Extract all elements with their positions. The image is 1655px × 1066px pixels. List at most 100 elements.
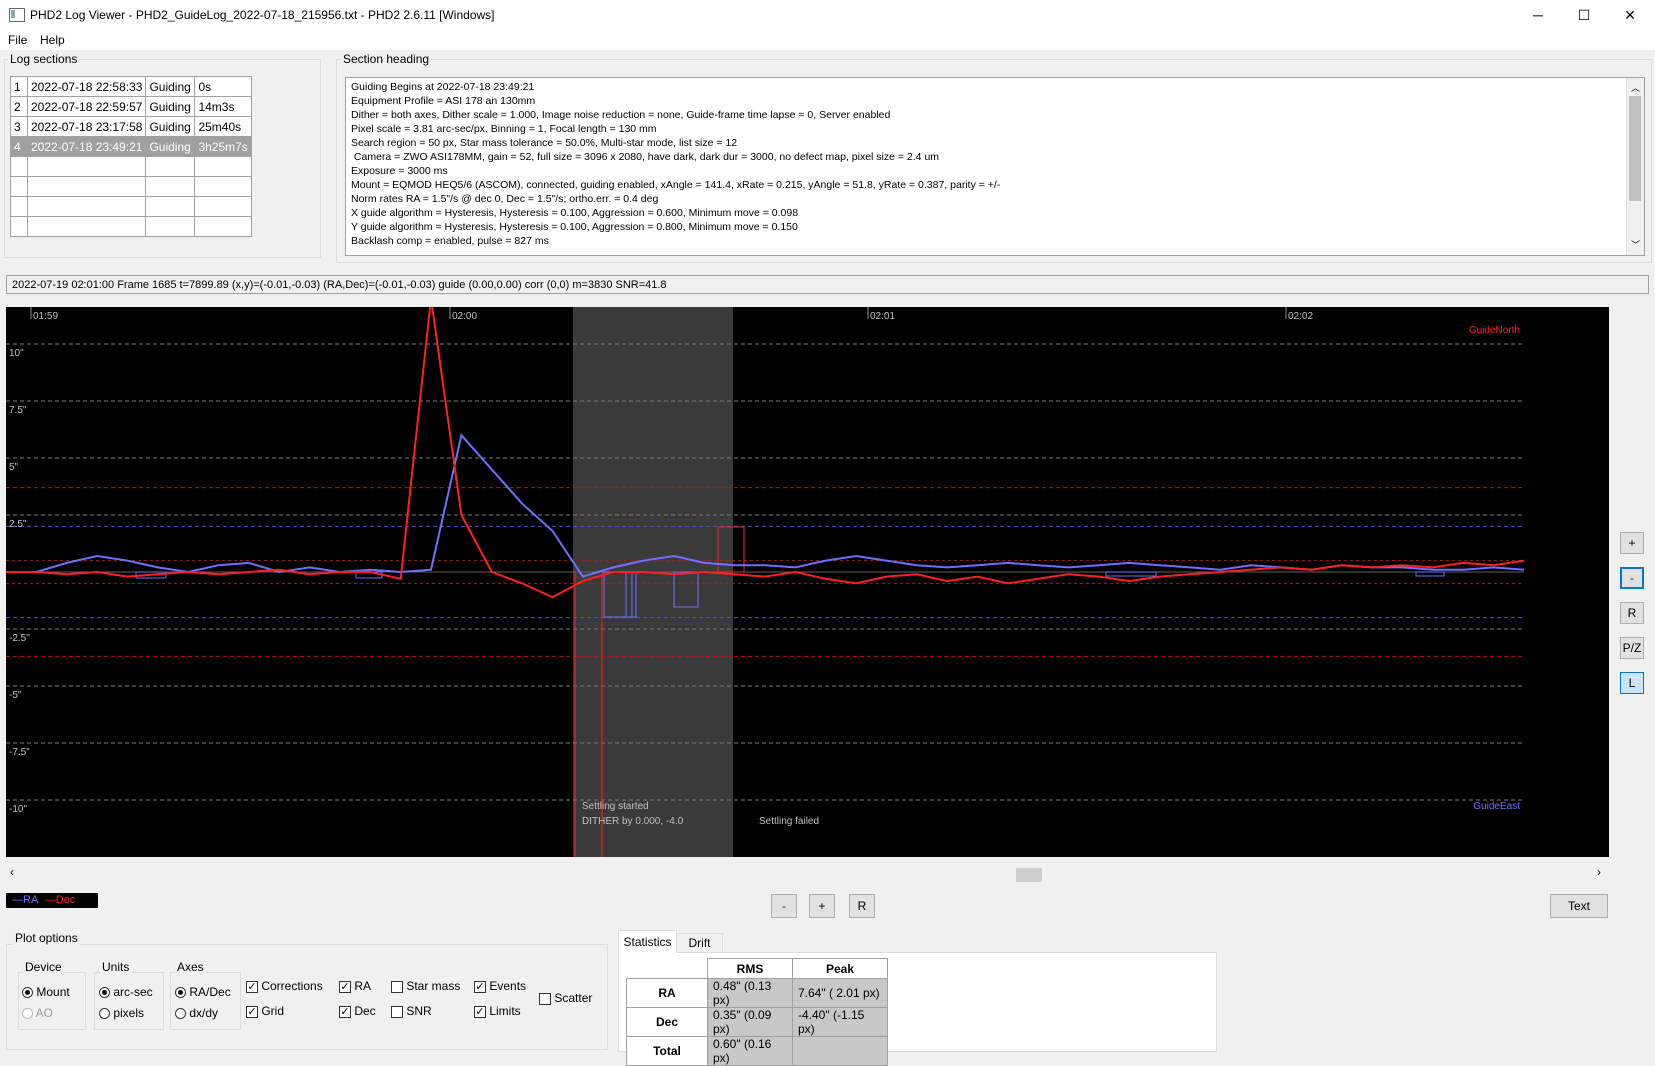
device-ao-radio[interactable]: [22, 1008, 33, 1020]
stats-col-peak: Peak: [792, 958, 888, 979]
section-cell-time: 2022-07-18 22:58:33: [26, 76, 147, 97]
section-cell-time: 2022-07-18 23:17:58: [26, 116, 147, 137]
guide-east-label: GuideEast: [1473, 801, 1520, 812]
scroll-up-icon[interactable]: ︿: [1631, 81, 1640, 94]
ra-check-icon[interactable]: ✓: [339, 980, 351, 993]
events-checkbox[interactable]: ✓ Events: [474, 979, 526, 993]
ra-checkbox[interactable]: ✓ RA: [339, 979, 371, 993]
heading-line: Backlash comp = enabled, pulse = 827 ms: [351, 235, 549, 247]
axes-radec-radio[interactable]: [175, 987, 186, 999]
bottom-zoom-in-button[interactable]: +: [809, 894, 835, 918]
section-cell-time: [26, 196, 147, 217]
zoom-in-button[interactable]: +: [1620, 532, 1644, 554]
close-button[interactable]: ✕: [1607, 0, 1653, 30]
text-button[interactable]: Text: [1550, 894, 1608, 918]
device-mount-option[interactable]: Mount: [22, 985, 70, 999]
section-cell-num: 1: [10, 76, 28, 97]
ra-label: RA: [354, 979, 372, 993]
section-heading-text[interactable]: Guiding Begins at 2022-07-18 23:49:21 Equ…: [345, 77, 1645, 256]
pan-zoom-button[interactable]: P/Z: [1620, 637, 1644, 659]
device-mount-label: Mount: [36, 985, 70, 999]
frame-status-line: 2022-07-19 02:01:00 Frame 1685 t=7899.89…: [6, 275, 1649, 294]
tab-statistics[interactable]: Statistics: [618, 930, 677, 953]
section-heading-lines: Guiding Begins at 2022-07-18 23:49:21 Equ…: [351, 80, 1000, 248]
maximize-button[interactable]: ☐: [1561, 0, 1607, 30]
table-row[interactable]: [10, 196, 252, 217]
grid-check-icon[interactable]: ✓: [246, 1005, 258, 1018]
y-tick-label: 2.5": [9, 519, 27, 530]
heading-line: Exposure = 3000 ms: [351, 165, 448, 177]
corrections-checkbox[interactable]: ✓ Corrections: [246, 979, 323, 993]
dither-event-label: DITHER by 0.000, -4.0: [582, 816, 684, 827]
zoom-out-button[interactable]: -: [1620, 567, 1644, 589]
section-cell-num: 3: [10, 116, 28, 137]
scatter-check-icon[interactable]: [539, 992, 551, 1005]
settling-region: [573, 307, 733, 857]
snr-label: SNR: [406, 1004, 432, 1018]
dec-check-icon[interactable]: ✓: [339, 1005, 351, 1018]
table-row[interactable]: [10, 176, 252, 197]
y-tick-label: 7.5": [9, 405, 27, 416]
limits-checkbox[interactable]: ✓ Limits: [474, 1004, 521, 1018]
stats-row-label: RA: [626, 978, 708, 1008]
limits-check-icon[interactable]: ✓: [474, 1005, 486, 1018]
axes-dxdy-option[interactable]: dx/dy: [175, 1006, 218, 1020]
table-row[interactable]: [10, 156, 252, 177]
table-row[interactable]: 1 2022-07-18 22:58:33 Guiding 0s: [10, 76, 252, 97]
star-mass-check-icon[interactable]: [391, 980, 403, 993]
device-mount-radio[interactable]: [22, 987, 33, 999]
units-pixels-option[interactable]: pixels: [99, 1006, 144, 1020]
tab-drift[interactable]: Drift: [676, 933, 723, 953]
guide-plot[interactable]: 01:59 02:00 02:01 02:02 10" 7.5" 5" 2.5" -2.5" -5…: [6, 307, 1609, 857]
device-ao-label: AO: [35, 1006, 54, 1020]
bottom-zoom-out-button[interactable]: -: [771, 894, 797, 918]
events-check-icon[interactable]: ✓: [474, 980, 486, 993]
axes-radec-option[interactable]: RA/Dec: [175, 985, 231, 999]
table-row[interactable]: 2 2022-07-18 22:59:57 Guiding 14m3s: [10, 96, 252, 117]
axes-title: Axes: [175, 960, 206, 974]
lock-button[interactable]: L: [1620, 672, 1644, 694]
plot-scroll-thumb[interactable]: [1016, 868, 1042, 882]
snr-checkbox[interactable]: SNR: [391, 1004, 432, 1018]
stats-row-label: Total: [626, 1036, 708, 1066]
section-cell-duration: [194, 216, 252, 237]
units-pixels-radio[interactable]: [99, 1008, 110, 1020]
corrections-label: Corrections: [261, 979, 323, 993]
menu-help[interactable]: Help: [40, 33, 65, 47]
scatter-checkbox[interactable]: Scatter: [539, 991, 592, 1005]
events-label: Events: [489, 979, 527, 993]
time-tick-label: 02:00: [452, 311, 477, 322]
plot-horizontal-scrollbar[interactable]: ‹ ›: [6, 865, 1609, 882]
scroll-left-icon[interactable]: ‹: [10, 865, 14, 879]
legend-ra-line: —: [12, 894, 23, 906]
section-cell-duration: [194, 156, 252, 177]
stats-rms-value: 0.60" (0.16 px): [707, 1036, 793, 1066]
section-cell-num: [10, 196, 28, 217]
table-row[interactable]: 3 2022-07-18 23:17:58 Guiding 25m40s: [10, 116, 252, 137]
corrections-check-icon[interactable]: ✓: [246, 980, 258, 993]
window-title: PHD2 Log Viewer - PHD2_GuideLog_2022-07-…: [30, 8, 495, 22]
device-ao-option[interactable]: AO: [22, 1006, 53, 1020]
scroll-right-icon[interactable]: ›: [1597, 865, 1601, 879]
scroll-down-icon[interactable]: ﹀: [1631, 238, 1640, 251]
minimize-button[interactable]: ─: [1515, 0, 1561, 30]
units-arcsec-option[interactable]: arc-sec: [99, 985, 153, 999]
heading-scrollbar[interactable]: ︿ ﹀: [1626, 78, 1644, 255]
axes-dxdy-radio[interactable]: [175, 1008, 186, 1020]
table-row[interactable]: 4 2022-07-18 23:49:21 Guiding 3h25m7s: [10, 136, 252, 157]
snr-check-icon[interactable]: [391, 1005, 403, 1018]
units-group: [94, 972, 164, 1030]
section-cell-num: 2: [10, 96, 28, 117]
device-title: Device: [23, 960, 64, 974]
heading-scroll-thumb[interactable]: [1629, 96, 1641, 201]
star-mass-checkbox[interactable]: Star mass: [391, 979, 460, 993]
table-row[interactable]: [10, 216, 252, 237]
stats-corner: [627, 959, 708, 979]
dec-checkbox[interactable]: ✓ Dec: [339, 1004, 376, 1018]
menu-file[interactable]: File: [8, 33, 27, 47]
grid-checkbox[interactable]: ✓ Grid: [246, 1004, 284, 1018]
section-heading-title: Section heading: [341, 52, 432, 66]
units-arcsec-radio[interactable]: [99, 987, 110, 999]
reset-button[interactable]: R: [1620, 602, 1644, 624]
bottom-reset-button[interactable]: R: [849, 894, 875, 918]
